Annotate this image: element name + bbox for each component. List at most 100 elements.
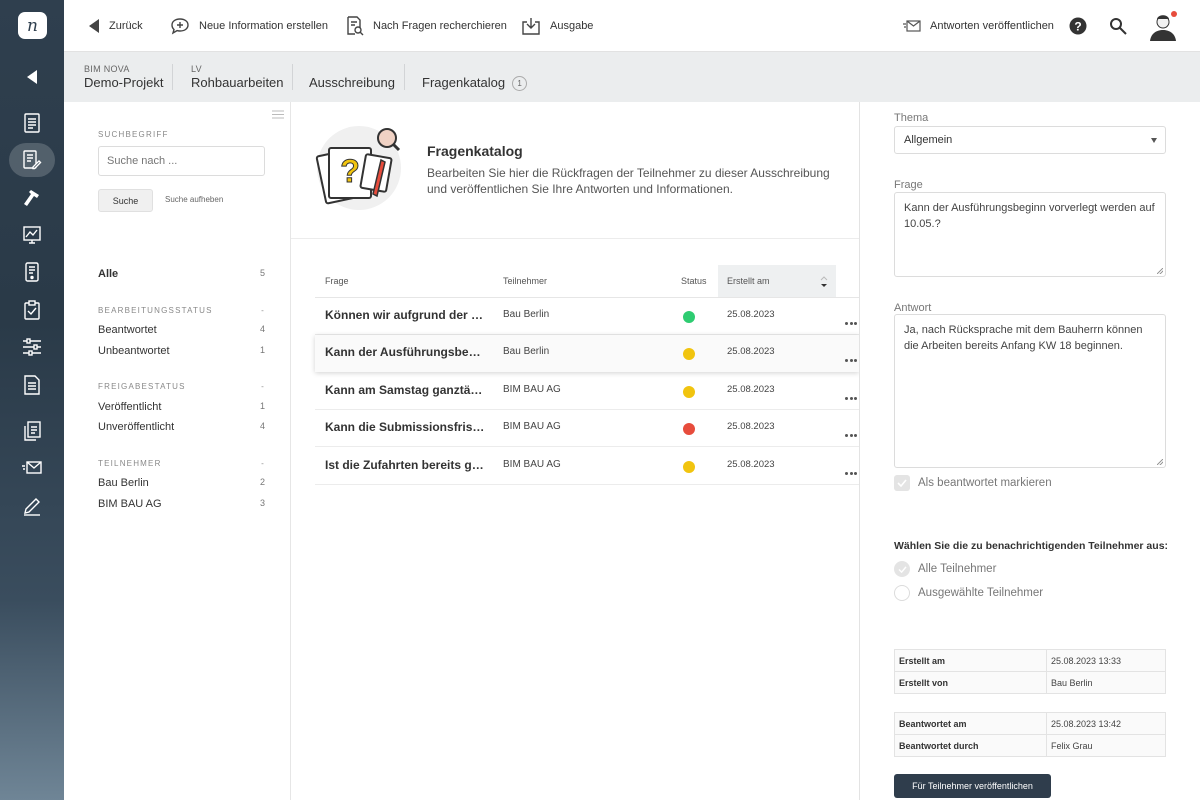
phone-document-icon[interactable] [12,255,52,289]
status-dot-yellow [683,386,695,398]
research-button[interactable]: Nach Fragen recherchieren [346,0,507,52]
resize-handle-icon[interactable] [1157,459,1163,465]
table-row[interactable]: Können wir aufgrund der aktuellen Lage B… [315,298,859,335]
document-icon[interactable] [12,106,52,140]
crumb-tender[interactable]: Ausschreibung [309,52,395,102]
filter-all[interactable]: Alle 5 [98,268,265,280]
resize-handle-icon[interactable] [1157,268,1163,274]
crumb-lv[interactable]: LV Rohbauarbeiten [191,52,284,102]
created-by-value: Bau Berlin [1046,671,1166,694]
crumb-project-name: Demo-Projekt [84,75,164,90]
mail-icon[interactable] [12,451,52,485]
table-row-selected[interactable]: Kann der Ausführungsbeginn vorverlegt we… [315,335,859,372]
created-at-label: Erstellt am [894,649,1047,672]
search-icon[interactable] [1109,0,1127,52]
topic-select[interactable]: Allgemein [894,126,1166,154]
clear-search-link[interactable]: Suche aufheben [165,195,223,204]
answer-text: Ja, nach Rücksprache mit dem Bauherrn kö… [904,324,1143,352]
filter-answered[interactable]: Beantwortet 4 [98,324,265,336]
row-date: 25.08.2023 [727,459,775,470]
search-button[interactable]: Suche [98,189,153,212]
table-row[interactable]: Kann am Samstag ganztägig gearbeitet wer… [315,373,859,410]
crumb-project[interactable]: BIM NOVA Demo-Projekt [84,52,163,102]
participants-collapse[interactable]: - [261,459,265,468]
status-dot-red [683,423,695,435]
filter-unpublished[interactable]: Unveröffentlicht 4 [98,421,265,433]
copy-document-icon[interactable] [12,414,52,448]
answered-at-value: 25.08.2023 13:42 [1046,712,1166,735]
filter-participant-bau-berlin[interactable]: Bau Berlin 2 [98,477,265,489]
back-label: Zurück [109,20,143,32]
row-participant: Bau Berlin [503,346,550,357]
avatar[interactable] [1148,0,1178,52]
crumb-catalog[interactable]: Fragenkatalog 1 [422,52,528,102]
back-button[interactable]: Zurück [88,0,143,52]
more-icon[interactable] [845,424,859,442]
list-document-icon[interactable] [12,368,52,402]
output-button[interactable]: Ausgabe [521,0,593,52]
question-list-area: ? Fragenkatalog Bearbeiten Sie hier die … [291,102,859,800]
col-created-sorted[interactable]: Erstellt am [718,265,836,297]
table-row[interactable]: Kann die Submissionsfrist verlängert wer… [315,410,859,447]
app-logo[interactable]: n [18,12,47,39]
radio-checked-icon [894,561,910,577]
participants-heading: TEILNEHMER - [98,459,265,468]
row-date: 25.08.2023 [727,384,775,395]
search-input[interactable] [98,146,265,176]
filter-unanswered[interactable]: Unbeantwortet 1 [98,345,265,357]
sliders-icon[interactable] [12,330,52,364]
notification-dot [1171,11,1177,17]
app-sidebar: n [0,0,64,800]
mark-answered-checkbox[interactable]: Als beantwortet markieren [894,475,1052,491]
table-row[interactable]: Ist die Zufahrten bereits gesperrt BIM B… [315,448,859,485]
answered-by-label: Beantwortet durch [894,734,1047,757]
more-icon[interactable] [845,387,859,405]
new-info-button[interactable]: Neue Information erstellen [170,0,328,52]
filter-all-count: 5 [259,268,265,278]
topic-label: Thema [894,112,929,124]
notify-selected-radio[interactable]: Ausgewählte Teilnehmer [894,585,1043,601]
chart-icon[interactable] [12,218,52,252]
crumb-project-label: BIM NOVA [84,64,130,74]
logo-letter: n [27,15,38,36]
intro-title: Fragenkatalog [427,143,523,159]
col-question[interactable]: Frage [325,265,349,297]
question-text: Kann der Ausführungsbeginn vorverlegt we… [904,202,1155,230]
answered-at-label: Beantwortet am [894,712,1047,735]
more-icon[interactable] [845,349,859,367]
question-textarea[interactable]: Kann der Ausführungsbeginn vorverlegt we… [894,192,1166,277]
more-icon[interactable] [845,462,859,480]
more-icon[interactable] [845,312,859,330]
notify-all-radio[interactable]: Alle Teilnehmer [894,561,996,577]
row-question: Können wir aufgrund der aktuellen Lage [325,308,487,322]
menu-icon[interactable] [272,110,284,119]
row-question: Kann am Samstag ganztägig gearbeitet wer… [325,383,487,397]
collapse-icon[interactable] [12,60,52,94]
mark-answered-label: Als beantwortet markieren [918,477,1052,489]
filter-participant-bim-bau[interactable]: BIM BAU AG 3 [98,498,265,510]
row-date: 25.08.2023 [727,421,775,432]
crumb-catalog-count: 1 [512,75,528,91]
pen-icon[interactable] [12,489,52,523]
clipboard-check-icon[interactable] [12,293,52,327]
status-heading: BEARBEITUNGSSTATUS - [98,306,265,315]
status-collapse[interactable]: - [261,306,265,315]
help-icon[interactable]: ? [1069,0,1087,52]
publish-for-participants-button[interactable]: Für Teilnehmer veröffentlichen [894,774,1051,798]
search-label: SUCHBEGRIFF [98,130,169,139]
row-date: 25.08.2023 [727,346,775,357]
row-participant: Bau Berlin [503,309,550,320]
publish-answers-button[interactable]: Antworten veröffentlichen [903,0,1054,52]
release-collapse[interactable]: - [261,382,265,391]
created-at-value: 25.08.2023 13:33 [1046,649,1166,672]
col-participant[interactable]: Teilnehmer [503,265,547,297]
search-document-icon [347,16,364,36]
answer-textarea[interactable]: Ja, nach Rücksprache mit dem Bauherrn kö… [894,314,1166,468]
status-dot-yellow [683,461,695,473]
row-question: Ist die Zufahrten bereits gesperrt [325,458,487,472]
edit-document-icon[interactable] [9,143,55,177]
row-participant: BIM BAU AG [503,459,561,470]
filter-published[interactable]: Veröffentlicht 1 [98,401,265,413]
hammer-icon[interactable] [12,181,52,215]
col-status[interactable]: Status [681,265,707,297]
